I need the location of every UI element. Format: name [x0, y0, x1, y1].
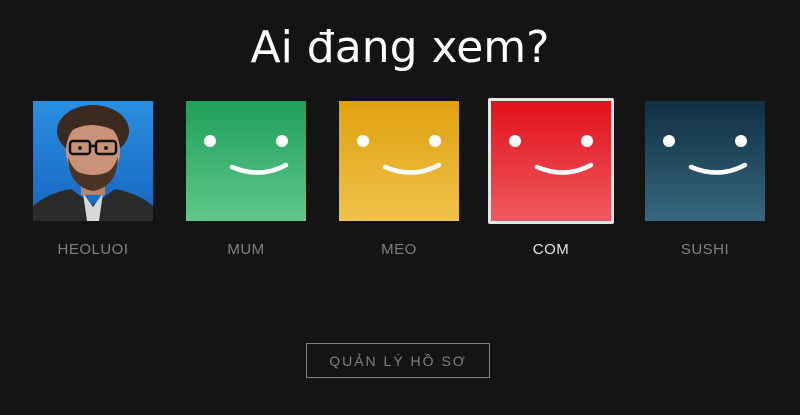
smiley-icon: [339, 101, 459, 221]
manage-profiles-button[interactable]: QUẢN LÝ HỒ SƠ: [306, 343, 490, 378]
page-title: Ai đang xem?: [250, 22, 550, 73]
avatar[interactable]: [488, 98, 614, 224]
profile-meo[interactable]: MEO: [336, 98, 462, 268]
profile-sushi[interactable]: SUSHI: [642, 98, 768, 268]
smiley-icon: [645, 101, 765, 221]
profile-name: HEOLUOI: [57, 241, 129, 258]
smiley-icon: [186, 101, 306, 221]
profile-com[interactable]: COM: [488, 98, 614, 268]
profile-name: COM: [532, 241, 570, 258]
smiley-icon: [491, 101, 611, 221]
profile-heoluoi[interactable]: HEOLUOI: [30, 98, 156, 268]
avatar[interactable]: [30, 98, 156, 224]
profile-name: SUSHI: [680, 241, 730, 258]
profile-mum[interactable]: MUM: [183, 98, 309, 268]
avatar[interactable]: [183, 98, 309, 224]
profile-list: HEOLUOI MUM MEO COM SUSHI: [30, 98, 770, 268]
profile-photo: [33, 101, 153, 221]
avatar[interactable]: [336, 98, 462, 224]
profile-name: MUM: [227, 241, 265, 258]
avatar[interactable]: [642, 98, 768, 224]
profile-name: MEO: [381, 241, 417, 258]
